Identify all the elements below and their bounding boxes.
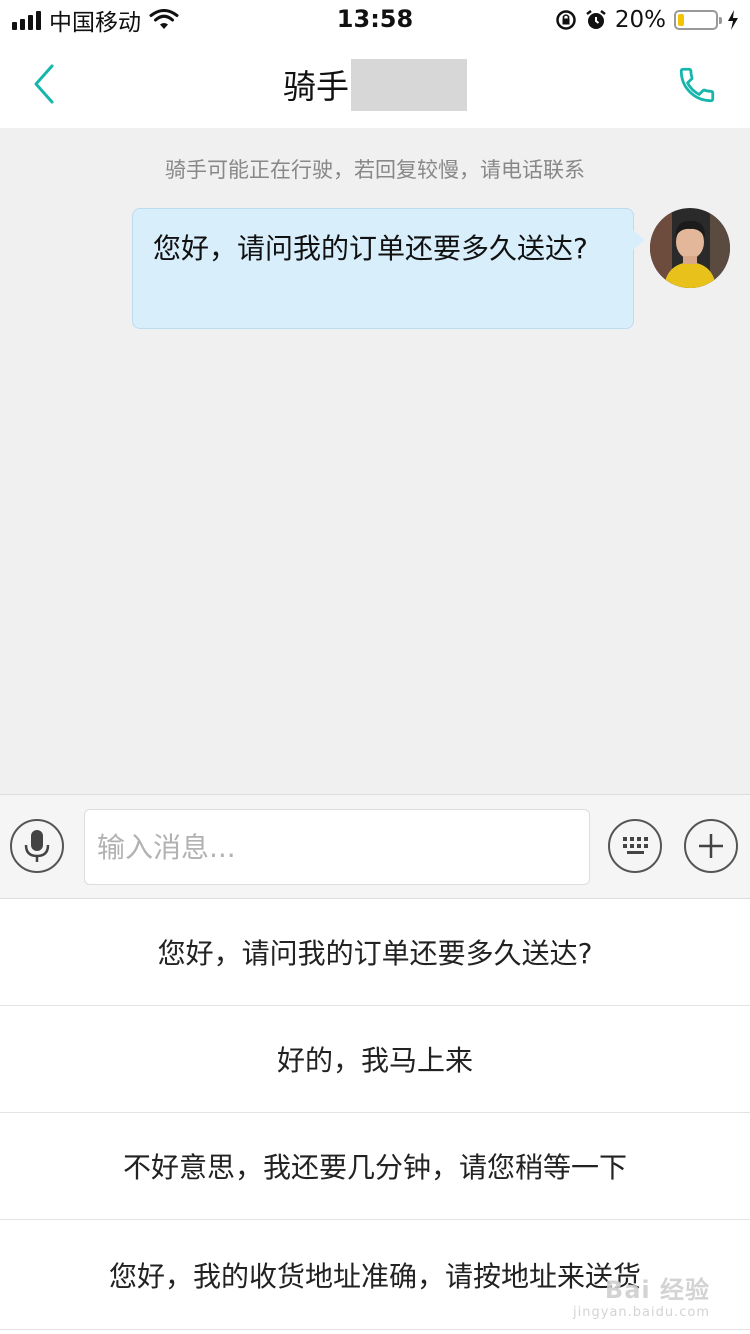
keyboard-icon <box>623 837 648 854</box>
status-bar: 中国移动 13:58 20% <box>0 0 750 40</box>
bubble-tail <box>633 230 645 250</box>
battery-level <box>678 14 684 26</box>
avatar[interactable] <box>650 208 730 288</box>
chat-area: 骑手可能正在行驶，若回复较慢，请电话联系 您好，请问我的订单还要多久送达? <box>0 128 750 794</box>
message-bubble[interactable]: 您好，请问我的订单还要多久送达? <box>132 208 634 329</box>
watermark-sub: jingyan.baidu.com <box>573 1305 710 1320</box>
plus-icon <box>699 834 723 858</box>
rider-notice: 骑手可能正在行驶，若回复较慢，请电话联系 <box>165 158 585 182</box>
redacted-name <box>351 58 467 111</box>
battery-icon <box>674 10 722 30</box>
quick-reply-item[interactable]: 不好意思，我还要几分钟，请您稍等一下 <box>0 1113 750 1220</box>
input-bar <box>0 794 750 899</box>
microphone-icon <box>24 830 50 862</box>
quick-reply-list: 您好，请问我的订单还要多久送达? 好的，我马上来 不好意思，我还要几分钟，请您稍… <box>0 899 750 1330</box>
status-right: 20% <box>555 6 740 34</box>
battery-percent: 20% <box>614 7 666 33</box>
keyboard-button[interactable] <box>608 819 662 873</box>
voice-button[interactable] <box>10 819 64 873</box>
orientation-lock-icon <box>556 10 576 30</box>
rider-title: 骑手 <box>283 67 349 106</box>
charging-bolt-icon <box>728 10 738 30</box>
watermark-main: Bai 经验 <box>604 1276 710 1304</box>
alarm-icon <box>586 10 606 29</box>
quick-reply-item[interactable]: 您好，请问我的订单还要多久送达? <box>0 899 750 1006</box>
nav-bar: 骑手 <box>0 40 750 128</box>
watermark: Bai 经验 jingyan.baidu.com <box>573 1270 710 1320</box>
phone-icon[interactable] <box>676 64 718 106</box>
message-input[interactable] <box>84 809 590 885</box>
add-button[interactable] <box>684 819 738 873</box>
quick-reply-item[interactable]: 好的，我马上来 <box>0 1006 750 1113</box>
page-title: 骑手 <box>0 58 750 115</box>
